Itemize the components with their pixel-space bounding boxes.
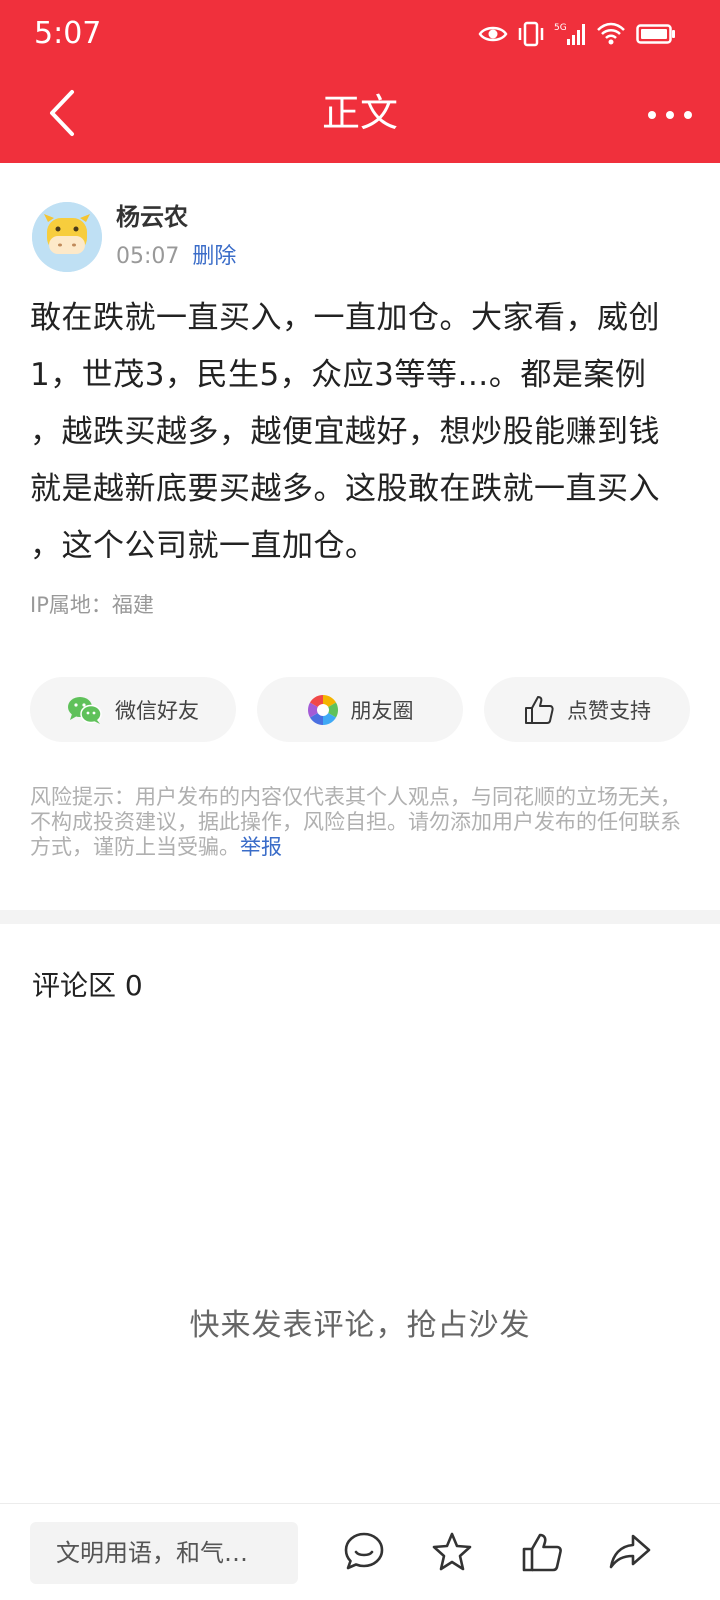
delete-link[interactable]: 删除 (192, 244, 236, 269)
avatar[interactable] (32, 202, 102, 272)
cow-avatar-icon (32, 202, 102, 272)
wechat-share-label: 微信好友 (115, 698, 199, 723)
empty-comments-text: 快来发表评论，抢占沙发 (189, 1308, 531, 1343)
moments-icon (307, 694, 338, 725)
chevron-left-icon (50, 90, 74, 136)
post-line: 敢在跌就一直买入，一直加仓。大家看，威创 (30, 300, 660, 336)
comment-button[interactable] (342, 1530, 386, 1574)
page-title: 正文 (321, 91, 398, 135)
wechat-share-button[interactable]: 微信好友 (30, 677, 236, 742)
status-time: 5:07 (34, 16, 102, 51)
author-meta: 05:07 删除 (116, 242, 236, 272)
comments-title: 评论区 0 (32, 969, 143, 1002)
star-icon (432, 1532, 472, 1571)
like-support-button[interactable]: 点赞支持 (484, 677, 690, 742)
report-link[interactable]: 举报 (240, 835, 282, 859)
author-header: 杨云农 05:07 删除 (32, 202, 692, 272)
risk-text: 风险提示：用户发布的内容仅代表其个人观点，与同花顺的立场无关，不构成投资建议，据… (30, 785, 681, 859)
more-button[interactable] (648, 100, 692, 130)
bottom-action-bar: 文明用语，和气… (0, 1503, 720, 1600)
post-line: 就是越新底要买越多。这股敢在跌就一直买入 (30, 471, 660, 507)
status-icons: 5G (478, 18, 676, 50)
comment-input[interactable]: 文明用语，和气… (30, 1522, 298, 1584)
post-line: 1，世茂3，民生5，众应3等等…。都是案例 (30, 357, 647, 393)
moments-share-label: 朋友圈 (350, 698, 414, 723)
wechat-icon (68, 696, 102, 724)
ip-location: IP属地：福建 (30, 593, 154, 617)
vibrate-icon (518, 21, 544, 47)
top-bar: 5:07 5G 正文 (0, 0, 720, 163)
like-button[interactable] (520, 1530, 564, 1574)
comment-icon (344, 1532, 384, 1570)
post-time: 05:07 (116, 244, 180, 269)
wifi-icon (597, 22, 625, 45)
back-button[interactable] (40, 88, 90, 138)
risk-notice: 风险提示：用户发布的内容仅代表其个人观点，与同花顺的立场无关，不构成投资建议，据… (30, 785, 692, 860)
post-line: ，越跌买越多，越便宜越好，想炒股能赚到钱 (30, 414, 660, 450)
post-content: 敢在跌就一直买入，一直加仓。大家看，威创 1，世茂3，民生5，众应3等等…。都是… (30, 290, 690, 575)
moments-share-button[interactable]: 朋友圈 (257, 677, 463, 742)
share-button[interactable] (608, 1530, 652, 1574)
thumbs-up-icon (525, 695, 554, 724)
battery-icon (636, 24, 675, 44)
thumbs-up-icon (522, 1533, 562, 1572)
favorite-button[interactable] (430, 1530, 474, 1574)
share-icon (609, 1534, 651, 1569)
share-row: 微信好友 朋友圈 点赞支持 (30, 677, 690, 742)
like-support-label: 点赞支持 (567, 698, 651, 723)
more-icon (648, 111, 656, 119)
author-name[interactable]: 杨云农 (116, 202, 188, 232)
network-label: 5G (554, 23, 567, 33)
signal-icon: 5G (554, 23, 585, 45)
section-divider (0, 910, 720, 924)
eye-icon (478, 26, 508, 42)
post-line: ，这个公司就一直加仓。 (30, 528, 377, 564)
